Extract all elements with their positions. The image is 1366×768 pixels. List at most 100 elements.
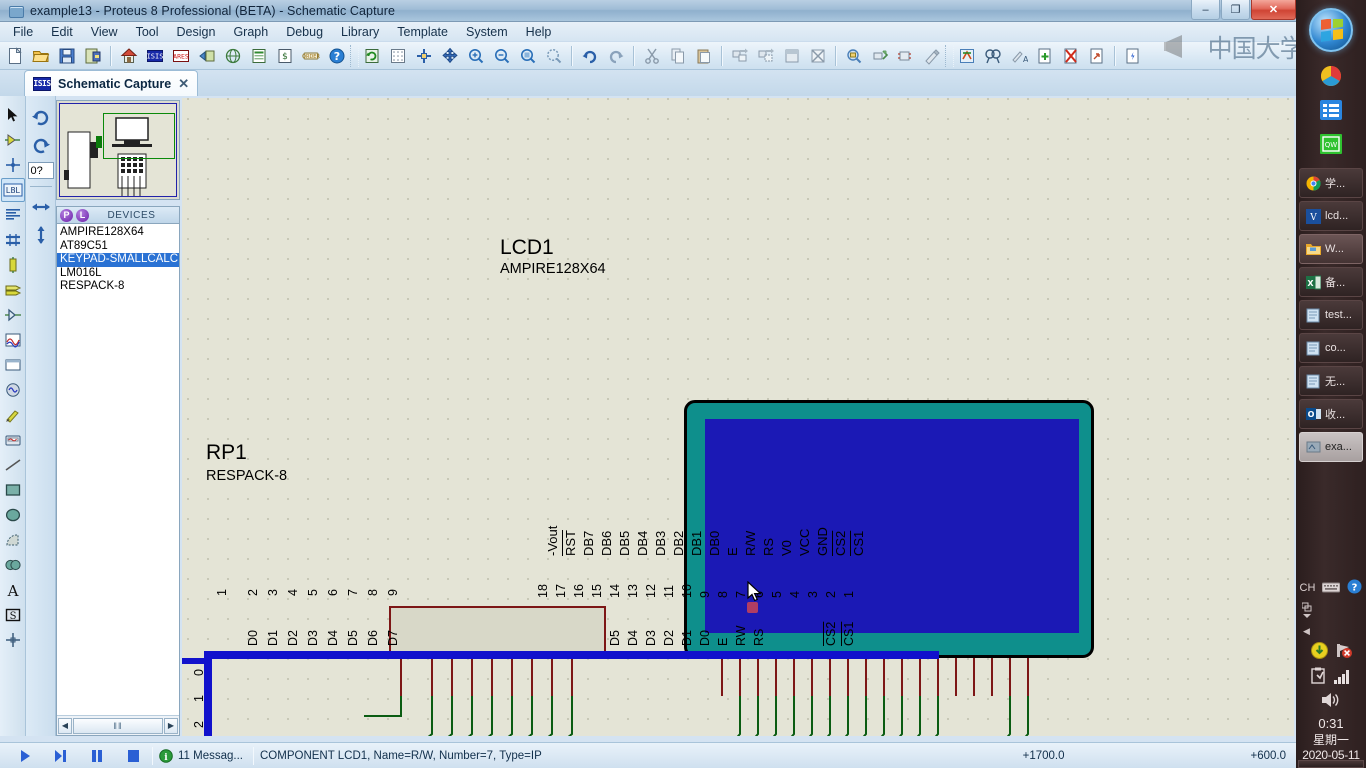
lcd1-net-label[interactable]: E	[716, 638, 730, 646]
keyboard-icon[interactable]	[1321, 581, 1341, 596]
rp1-net-label[interactable]: D5	[346, 630, 360, 646]
remove-sheet-icon[interactable]	[1059, 44, 1083, 68]
path-tool[interactable]	[1, 553, 25, 577]
rotate-counterclockwise-icon[interactable]	[28, 132, 54, 158]
windows-start-orb[interactable]	[1309, 8, 1353, 52]
lcd1-net-label[interactable]: RW	[734, 625, 748, 646]
subcircuit-tool[interactable]	[1, 253, 25, 277]
rotate-clockwise-icon[interactable]	[28, 104, 54, 130]
menu-item-debug[interactable]: Debug	[277, 23, 332, 41]
taskbar-item-excel[interactable]: X 备...	[1299, 267, 1363, 297]
menu-item-design[interactable]: Design	[168, 23, 225, 41]
schematic-canvas[interactable]: LCD1 AMPIRE128X64 -Vout RST DB7 DB6 DB5 …	[182, 98, 1294, 736]
marker-tool[interactable]	[1, 628, 25, 652]
scroll-right-button[interactable]: ▶	[164, 717, 178, 734]
rp1-net-label[interactable]: D4	[326, 630, 340, 646]
lcd1-net-label[interactable]: CS2	[824, 622, 838, 646]
box-tool[interactable]	[1, 478, 25, 502]
wire-label-tool[interactable]: LBL	[1, 178, 25, 202]
menu-item-help[interactable]: Help	[517, 23, 561, 41]
tape-recorder-tool[interactable]	[1, 353, 25, 377]
isis-icon[interactable]: ISIS	[143, 44, 167, 68]
menu-item-edit[interactable]: Edit	[42, 23, 82, 41]
volume-icon[interactable]	[1321, 692, 1341, 711]
make-device-icon[interactable]	[868, 44, 892, 68]
refresh-icon[interactable]	[360, 44, 384, 68]
block-delete-icon[interactable]	[806, 44, 830, 68]
lcd1-value-label[interactable]: AMPIRE128X64	[500, 261, 606, 277]
maximize-button[interactable]: ❐	[1221, 0, 1250, 20]
new-sheet-icon[interactable]	[1033, 44, 1057, 68]
generator-mode-tool[interactable]	[1, 378, 25, 402]
lcd1-body[interactable]	[684, 400, 1094, 658]
new-file-icon[interactable]	[3, 44, 27, 68]
lcd1-net-label[interactable]: D3	[644, 630, 658, 646]
copy-icon[interactable]	[666, 44, 690, 68]
menu-item-file[interactable]: File	[4, 23, 42, 41]
zoom-out-icon[interactable]	[490, 44, 514, 68]
step-icon[interactable]	[48, 745, 74, 767]
zoom-in-icon[interactable]	[464, 44, 488, 68]
taskbar-item-proteus[interactable]: exa...	[1299, 432, 1363, 462]
home-icon[interactable]	[117, 44, 141, 68]
rp1-reference-label[interactable]: RP1	[206, 441, 247, 465]
rotation-angle-field[interactable]: 0?	[27, 162, 54, 179]
text-tool[interactable]: A	[1, 578, 25, 602]
devices-list[interactable]: AMPIRE128X64 AT89C51 KEYPAD-SMALLCALC LM…	[57, 224, 179, 713]
wire-autorouter-icon[interactable]	[955, 44, 979, 68]
design-explorer-icon[interactable]: $	[273, 44, 297, 68]
taskbar-item-chrome[interactable]: 学...	[1299, 168, 1363, 198]
minimize-button[interactable]: –	[1191, 0, 1220, 20]
block-move-icon[interactable]	[754, 44, 778, 68]
design-explore-icon[interactable]	[1121, 44, 1145, 68]
rp1-net-label[interactable]: D7	[386, 630, 400, 646]
bom-back-icon[interactable]	[195, 44, 219, 68]
taskbar-item-notepad-test[interactable]: test...	[1299, 300, 1363, 330]
task-list-icon[interactable]	[1317, 96, 1345, 124]
rp1-body[interactable]	[389, 606, 606, 654]
block-copy-icon[interactable]	[728, 44, 752, 68]
pause-icon[interactable]	[84, 745, 110, 767]
block-rotate-icon[interactable]	[780, 44, 804, 68]
schematic-preview-panel[interactable]	[56, 100, 180, 200]
lcd1-net-label[interactable]: RS	[752, 629, 766, 646]
windows-media-icon[interactable]	[1317, 62, 1345, 90]
menu-item-view[interactable]: View	[82, 23, 127, 41]
zoom-area-icon[interactable]	[516, 44, 540, 68]
menu-item-graph[interactable]: Graph	[224, 23, 277, 41]
menu-item-template[interactable]: Template	[388, 23, 457, 41]
terminals-tool[interactable]	[1, 278, 25, 302]
save-file-icon[interactable]	[55, 44, 79, 68]
buses-tool[interactable]	[1, 228, 25, 252]
symbol-tool[interactable]: S	[1, 603, 25, 627]
pick-device-icon[interactable]	[842, 44, 866, 68]
stop-icon[interactable]	[120, 745, 146, 767]
line-tool[interactable]	[1, 453, 25, 477]
lcd1-net-label[interactable]: D2	[662, 630, 676, 646]
3d-view-icon[interactable]	[221, 44, 245, 68]
goto-sheet-icon[interactable]	[1085, 44, 1109, 68]
pcb-layout-icon[interactable]: ORDER	[299, 44, 323, 68]
play-icon[interactable]	[12, 745, 38, 767]
junction-dot-tool[interactable]	[1, 153, 25, 177]
voltage-probe-tool[interactable]	[1, 403, 25, 427]
packaging-tool-icon[interactable]	[894, 44, 918, 68]
mirror-horizontal-icon[interactable]	[28, 194, 54, 220]
search-tag-icon[interactable]	[981, 44, 1005, 68]
menu-item-tool[interactable]: Tool	[127, 23, 168, 41]
taskbar-item-explorer[interactable]: W...	[1299, 234, 1363, 264]
scroll-left-button[interactable]: ◀	[58, 717, 72, 734]
taskbar-item-outlook[interactable]: O 收...	[1299, 399, 1363, 429]
tray-collapse-arrow[interactable]: ◀	[1303, 626, 1310, 637]
arc-tool[interactable]	[1, 528, 25, 552]
open-file-icon[interactable]	[29, 44, 53, 68]
list-item[interactable]: AT89C51	[57, 240, 179, 254]
bill-of-materials-icon[interactable]	[247, 44, 271, 68]
network-error-icon[interactable]	[1335, 642, 1352, 662]
property-assign-icon[interactable]: A	[1007, 44, 1031, 68]
export-icon[interactable]	[81, 44, 105, 68]
signal-bars-icon[interactable]	[1333, 668, 1352, 687]
rp1-net-label[interactable]: D0	[246, 630, 260, 646]
help-circle-icon[interactable]: ?	[1347, 579, 1362, 597]
show-desktop-button[interactable]	[1298, 760, 1364, 768]
